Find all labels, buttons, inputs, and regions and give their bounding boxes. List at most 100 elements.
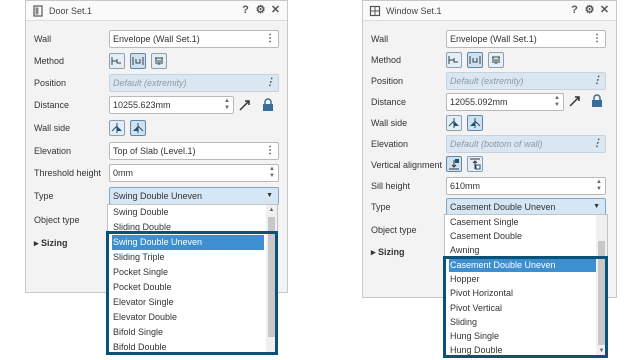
distance-input[interactable]: 12055.092mm ▲ ▼ xyxy=(446,93,564,111)
position-value: Default (extremity) xyxy=(113,78,187,88)
list-item[interactable]: Awning xyxy=(449,243,597,257)
object-type-label: Object type xyxy=(371,225,417,235)
elevation-row: Elevation xyxy=(34,142,109,160)
lock-icon[interactable] xyxy=(260,97,276,113)
more-options-icon[interactable]: ⋮ xyxy=(265,144,275,158)
more-options-icon[interactable]: ⋮ xyxy=(265,32,275,46)
spinner-icon[interactable]: ▲ ▼ xyxy=(268,166,276,180)
elevation-label: Elevation xyxy=(34,146,72,156)
elevation-field: Default (bottom of wall) ⋮ xyxy=(446,135,606,153)
threshold-label: Threshold height xyxy=(34,168,102,178)
sizing-label: Sizing xyxy=(41,238,68,248)
position-label: Position xyxy=(34,78,67,88)
method-right-icon[interactable] xyxy=(488,52,504,68)
sizing-label: Sizing xyxy=(378,247,405,257)
elevation-value: Top of Slab (Level.1) xyxy=(113,146,196,156)
position-field: Default (extremity) ⋮ xyxy=(446,72,606,90)
more-options-icon[interactable]: ⋮ xyxy=(592,32,602,46)
wall-side-left-icon[interactable] xyxy=(109,120,125,136)
align-bottom-icon[interactable] xyxy=(446,156,462,172)
object-type-row: Object type xyxy=(371,221,447,239)
panel-title: Door Set.1 xyxy=(49,5,93,16)
wall-value: Envelope (Wall Set.1) xyxy=(450,34,537,44)
window-icon xyxy=(369,5,381,17)
sizing-expander[interactable]: ▸ Sizing xyxy=(34,238,68,249)
elevation-row: Elevation xyxy=(371,135,447,153)
method-center-icon[interactable] xyxy=(467,52,483,68)
sill-row: Sill height xyxy=(371,177,447,195)
threshold-input[interactable]: 0mm ▲ ▼ xyxy=(109,164,279,182)
method-row: Method xyxy=(34,52,109,70)
wall-side-right-icon[interactable] xyxy=(130,120,146,136)
method-label: Method xyxy=(371,55,402,65)
chevron-down-icon[interactable]: ▼ xyxy=(593,199,600,215)
wall-field[interactable]: Envelope (Wall Set.1) ⋮ xyxy=(446,30,606,48)
more-options-icon: ⋮ xyxy=(592,75,602,86)
type-value: Casement Double Uneven xyxy=(450,202,556,212)
panel-title: Window Set.1 xyxy=(386,5,442,16)
distance-value: 10255.623mm xyxy=(113,100,171,110)
position-value: Default (extremity) xyxy=(450,76,524,86)
threshold-row: Threshold height xyxy=(34,164,109,182)
close-icon[interactable]: ✕ xyxy=(599,5,610,16)
wall-side-right-icon[interactable] xyxy=(467,115,483,131)
type-row: Type xyxy=(34,187,109,205)
lock-icon[interactable] xyxy=(589,93,605,109)
spinner-icon[interactable]: ▲ ▼ xyxy=(553,95,561,109)
wall-field[interactable]: Envelope (Wall Set.1) ⋮ xyxy=(109,30,279,48)
spinner-icon[interactable]: ▲ ▼ xyxy=(223,98,231,112)
distance-value: 12055.092mm xyxy=(450,97,508,107)
sizing-expander[interactable]: ▸ Sizing xyxy=(371,247,405,258)
help-icon[interactable]: ? xyxy=(240,5,251,16)
object-type-label: Object type xyxy=(34,215,80,225)
wall-side-label: Wall side xyxy=(371,118,408,128)
position-label: Position xyxy=(371,76,404,86)
type-select[interactable]: Swing Double Uneven ▼ xyxy=(109,187,279,205)
position-field: Default (extremity) ⋮ xyxy=(109,74,279,92)
panel-titlebar: Door Set.1 ? ⚙ ✕ xyxy=(26,1,287,21)
method-center-icon[interactable] xyxy=(130,53,146,69)
wall-label: Wall xyxy=(371,34,389,44)
list-item[interactable]: Casement Double xyxy=(449,229,597,243)
sill-value: 610mm xyxy=(450,181,481,191)
more-options-icon: ⋮ xyxy=(265,77,275,88)
distance-input[interactable]: 10255.623mm ▲ ▼ xyxy=(109,96,234,114)
chevron-down-icon[interactable]: ▼ xyxy=(266,188,273,204)
distance-label: Distance xyxy=(371,97,407,107)
highlight-frame xyxy=(443,256,608,358)
pick-distance-icon[interactable] xyxy=(567,93,583,109)
pick-distance-icon[interactable] xyxy=(237,97,253,113)
sill-label: Sill height xyxy=(371,181,411,191)
type-label: Type xyxy=(371,202,391,212)
gear-icon[interactable]: ⚙ xyxy=(584,5,595,16)
gear-icon[interactable]: ⚙ xyxy=(255,5,266,16)
distance-row: Distance xyxy=(371,93,447,111)
wall-side-row: Wall side xyxy=(371,114,447,132)
wall-side-label: Wall side xyxy=(34,123,71,133)
method-row: Method xyxy=(371,51,447,69)
threshold-value: 0mm xyxy=(113,168,133,178)
scroll-up-icon[interactable]: ▲ xyxy=(266,206,277,215)
wall-side-left-icon[interactable] xyxy=(446,115,462,131)
list-item[interactable]: Swing Double xyxy=(112,205,264,220)
spinner-icon[interactable]: ▲ ▼ xyxy=(595,179,603,193)
chevron-right-icon: ▸ xyxy=(371,247,379,257)
method-right-icon[interactable] xyxy=(151,53,167,69)
method-left-icon[interactable] xyxy=(109,53,125,69)
highlight-frame xyxy=(106,231,278,355)
sill-input[interactable]: 610mm ▲ ▼ xyxy=(446,177,606,195)
list-item[interactable]: Casement Single xyxy=(449,215,597,229)
distance-row: Distance xyxy=(34,96,109,114)
align-top-icon[interactable] xyxy=(467,156,483,172)
vertical-alignment-row: Vertical alignment xyxy=(371,156,451,174)
position-row: Position xyxy=(371,72,447,90)
wall-row: Wall xyxy=(371,30,447,48)
elevation-field[interactable]: Top of Slab (Level.1) ⋮ xyxy=(109,142,279,160)
more-options-icon: ⋮ xyxy=(592,138,602,149)
door-icon xyxy=(32,4,44,17)
close-icon[interactable]: ✕ xyxy=(270,5,281,16)
method-label: Method xyxy=(34,56,65,66)
method-left-icon[interactable] xyxy=(446,52,462,68)
help-icon[interactable]: ? xyxy=(569,5,580,16)
object-type-row: Object type xyxy=(34,211,109,229)
